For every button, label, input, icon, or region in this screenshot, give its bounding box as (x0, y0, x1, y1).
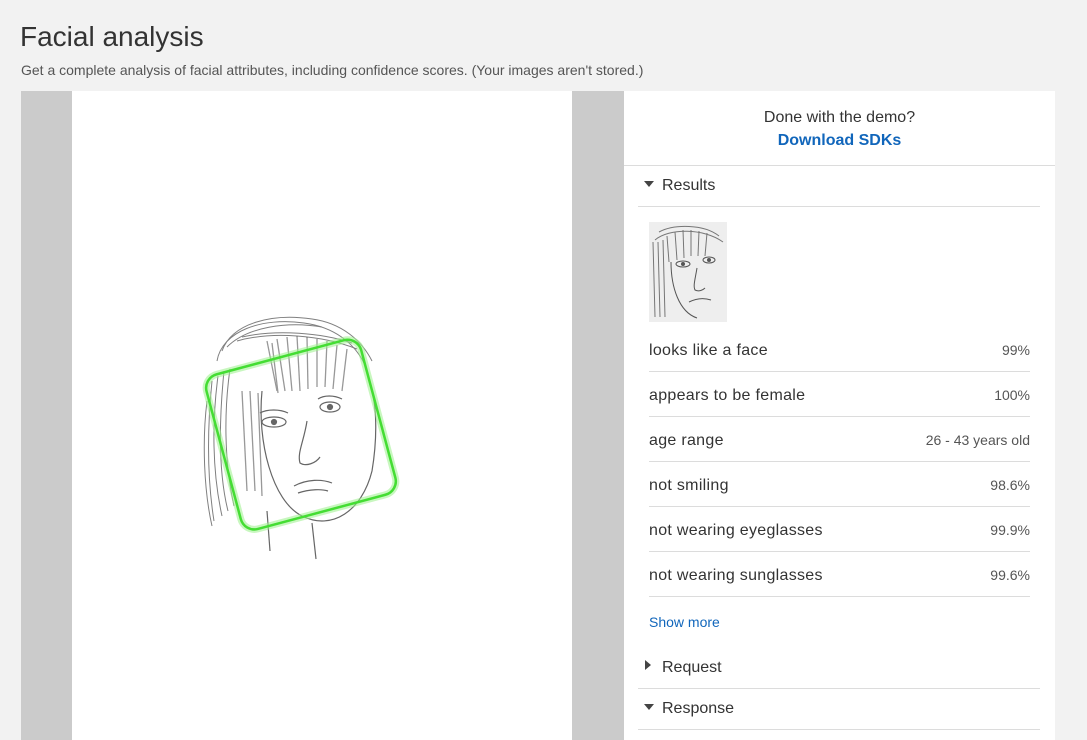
page-subtitle: Get a complete analysis of facial attrib… (21, 62, 644, 78)
results-section-toggle[interactable]: Results (638, 166, 1040, 207)
results-section-label: Results (662, 177, 716, 194)
attribute-name: looks like a face (649, 342, 768, 359)
image-viewer (21, 91, 624, 740)
caret-down-icon (644, 181, 654, 187)
results-panel: Done with the demo? Download SDKs Result… (624, 91, 1055, 740)
face-sketch-image (202, 316, 400, 560)
request-section-toggle[interactable]: Request (638, 648, 1040, 689)
response-section-label: Response (662, 700, 735, 717)
attribute-confidence: 99% (1001, 342, 1030, 358)
attribute-name: not smiling (649, 477, 729, 494)
attribute-confidence: 98.6% (990, 477, 1030, 493)
attribute-row: not wearing eyeglasses 99.9% (649, 507, 1030, 552)
caret-right-icon (645, 660, 651, 670)
attribute-row: not wearing sunglasses 99.6% (649, 552, 1030, 597)
demo-callout: Done with the demo? Download SDKs (624, 91, 1055, 166)
attribute-list: looks like a face 99% appears to be fema… (649, 327, 1030, 597)
attribute-confidence: 100% (994, 387, 1030, 403)
request-section-label: Request (662, 659, 722, 676)
demo-question: Done with the demo? (763, 109, 916, 126)
attribute-confidence: 99.6% (990, 567, 1030, 583)
attribute-name: age range (649, 432, 724, 449)
attribute-name: not wearing eyeglasses (649, 522, 823, 539)
face-thumbnail (649, 222, 727, 322)
attribute-row: age range 26 - 43 years old (649, 417, 1030, 462)
caret-down-icon (644, 704, 654, 710)
analyzed-image (72, 91, 572, 740)
page-title: Facial analysis (20, 21, 204, 52)
face-detection-box (202, 336, 400, 533)
attribute-row: looks like a face 99% (649, 327, 1030, 372)
attribute-name: appears to be female (649, 387, 806, 404)
attribute-confidence: 26 - 43 years old (925, 432, 1030, 448)
show-more-link[interactable]: Show more (649, 614, 720, 631)
download-sdks-link[interactable]: Download SDKs (778, 131, 902, 150)
attribute-row: not smiling 98.6% (649, 462, 1030, 507)
attribute-row: appears to be female 100% (649, 372, 1030, 417)
attribute-confidence: 99.9% (990, 522, 1030, 538)
attribute-name: not wearing sunglasses (649, 567, 823, 584)
response-section-toggle[interactable]: Response (638, 689, 1040, 730)
